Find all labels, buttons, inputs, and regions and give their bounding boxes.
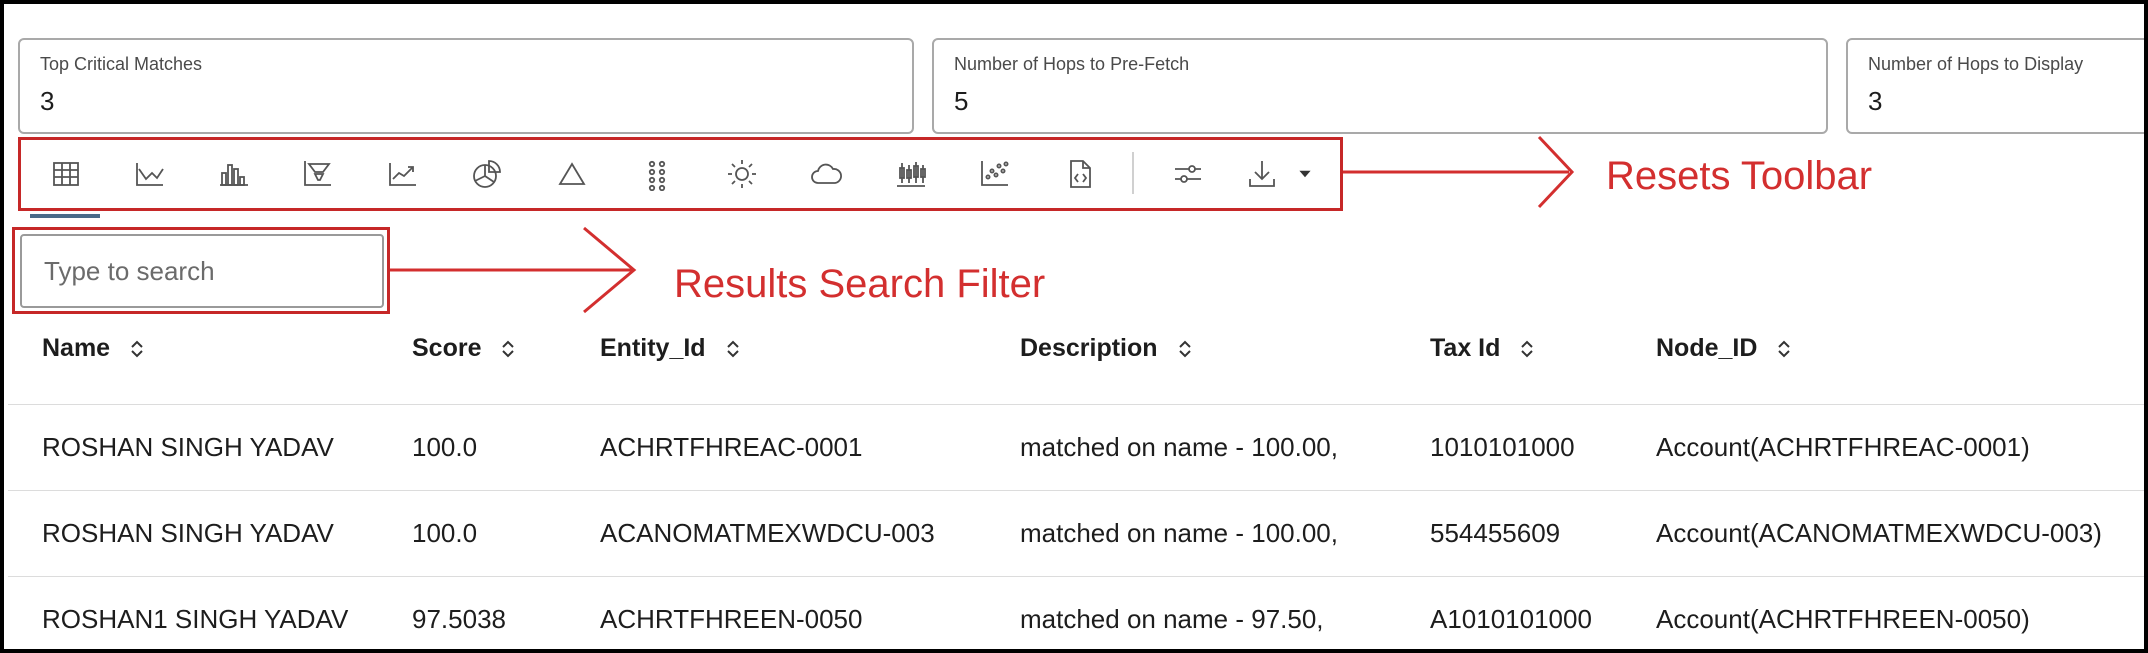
cell-node-id: Account(ACANOMATMEXWDCU-003): [1656, 518, 2102, 548]
sort-icon[interactable]: [499, 337, 517, 361]
hops-display-field[interactable]: Number of Hops to Display 3: [1846, 38, 2144, 134]
sort-icon[interactable]: [1176, 337, 1194, 361]
column-header-node-id[interactable]: Node_ID: [1656, 334, 1793, 363]
sort-icon[interactable]: [128, 337, 146, 361]
cell-description: matched on name - 100.00,: [1020, 432, 1338, 462]
bar-chart-icon[interactable]: [214, 154, 254, 194]
box-plot-icon[interactable]: [891, 154, 931, 194]
sort-icon[interactable]: [724, 337, 742, 361]
cell-score: 97.5038: [412, 604, 506, 634]
line-chart-icon[interactable]: [130, 154, 170, 194]
field-value: 3: [40, 86, 55, 116]
field-label: Number of Hops to Pre-Fetch: [954, 54, 1190, 74]
cell-entity-id: ACHRTFHREEN-0050: [600, 604, 863, 634]
pie-chart-icon[interactable]: [467, 154, 507, 194]
cell-name: ROSHAN SINGH YADAV: [42, 518, 334, 548]
field-label: Number of Hops to Display: [1868, 54, 2084, 74]
download-icon[interactable]: [1242, 154, 1282, 194]
column-header-name[interactable]: Name: [42, 334, 146, 363]
cell-node-id: Account(ACHRTFHREAC-0001): [1656, 432, 2030, 462]
cell-description: matched on name - 97.50,: [1020, 604, 1324, 634]
column-header-tax-id[interactable]: Tax Id: [1430, 334, 1536, 363]
search-annotation: Results Search Filter: [674, 262, 1046, 306]
sort-icon[interactable]: [1518, 337, 1536, 361]
column-header-description[interactable]: Description: [1020, 334, 1194, 363]
dot-grid-icon[interactable]: [637, 154, 677, 194]
field-value: 5: [954, 86, 969, 116]
field-value: 3: [1868, 86, 1883, 116]
cell-name: ROSHAN1 SINGH YADAV: [42, 604, 349, 634]
cell-tax-id: 1010101000: [1430, 432, 1575, 462]
sort-icon[interactable]: [1775, 337, 1793, 361]
field-label: Top Critical Matches: [40, 54, 203, 74]
toolbar-annotation: Resets Toolbar: [1606, 154, 1873, 198]
cell-name: ROSHAN SINGH YADAV: [42, 432, 334, 462]
screenshot-frame: Top Critical Matches 3 Number of Hops to…: [0, 0, 2148, 653]
caret-down-icon[interactable]: [1292, 154, 1318, 194]
active-tab-indicator: [30, 214, 100, 218]
cell-entity-id: ACHRTFHREAC-0001: [600, 432, 863, 462]
top-critical-matches-field[interactable]: Top Critical Matches 3: [18, 38, 914, 134]
pyramid-icon[interactable]: [552, 154, 592, 194]
area-chart-icon[interactable]: [383, 154, 423, 194]
column-header-score[interactable]: Score: [412, 334, 517, 363]
hops-prefetch-field[interactable]: Number of Hops to Pre-Fetch 5: [932, 38, 1828, 134]
sunburst-icon[interactable]: [722, 154, 762, 194]
row-divider: [8, 404, 2144, 405]
search-input[interactable]: [20, 234, 384, 308]
column-header-entity-id[interactable]: Entity_Id: [600, 334, 742, 363]
table-icon[interactable]: [46, 154, 86, 194]
scatter-chart-icon[interactable]: [975, 154, 1015, 194]
settings-sliders-icon[interactable]: [1168, 154, 1208, 194]
code-file-icon[interactable]: [1060, 154, 1100, 194]
funnel-chart-icon[interactable]: [298, 154, 338, 194]
cell-tax-id: 554455609: [1430, 518, 1561, 548]
cell-score: 100.0: [412, 432, 478, 462]
row-divider: [8, 576, 2144, 577]
cell-tax-id: A1010101000: [1430, 604, 1592, 634]
row-divider: [8, 490, 2144, 491]
tag-cloud-icon[interactable]: [806, 154, 846, 194]
cell-entity-id: ACANOMATMEXWDCU-003: [600, 518, 935, 548]
toolbar-divider: [1132, 152, 1134, 194]
cell-description: matched on name - 100.00,: [1020, 518, 1338, 548]
cell-score: 100.0: [412, 518, 478, 548]
cell-node-id: Account(ACHRTFHREEN-0050): [1656, 604, 2030, 634]
